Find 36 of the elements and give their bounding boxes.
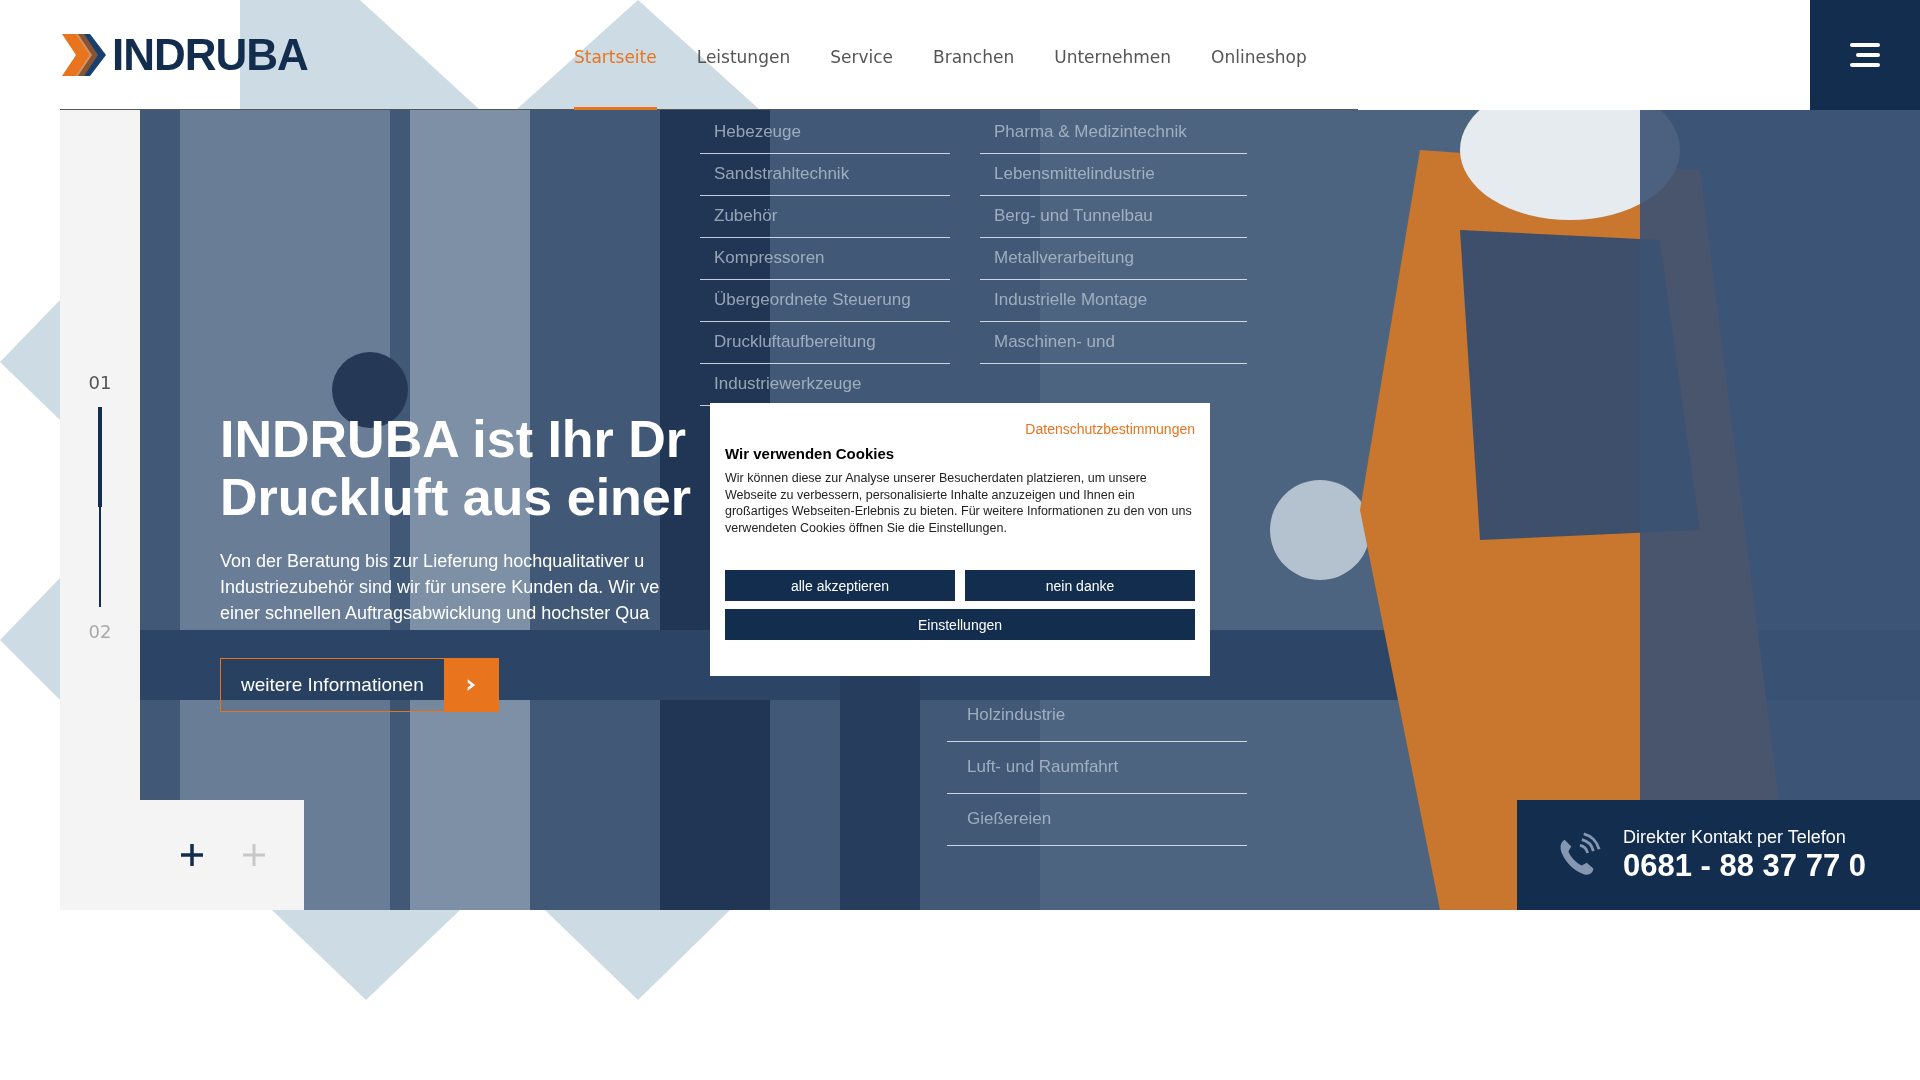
nav-link[interactable]: Unternehmen — [1054, 0, 1172, 110]
phone-number[interactable]: 0681 - 88 37 77 0 — [1623, 847, 1867, 884]
cookie-button[interactable]: Einstellungen — [725, 609, 1195, 640]
nav-link[interactable]: Service — [830, 0, 893, 110]
nav-link[interactable]: Branchen — [933, 0, 1015, 110]
menu-item[interactable]: Metallverarbeitung — [980, 238, 1247, 280]
contact-label: Direkter Kontakt per Telefon — [1623, 826, 1847, 848]
menu-item[interactable]: Druckluftaufbereitung — [700, 322, 950, 364]
cookie-title: Wir verwenden Cookies — [725, 445, 896, 462]
menu-item[interactable]: Sandstrahltechnik — [700, 154, 950, 196]
menu-item[interactable]: Gießereien — [947, 794, 1247, 846]
hero-text: Von der Beratung bis zur Lieferung hochqualitativer u Industriezubehör sind wir für unsere Kunden da. Wir ve einer schnellen Auftragsabwicklung und hochster Qua — [220, 550, 660, 625]
logo-text[interactable]: INDRUBA — [112, 30, 308, 80]
more-info-button[interactable]: weitere Informationen — [220, 658, 499, 712]
menu-item[interactable]: Zubehör — [700, 196, 950, 238]
nav-link[interactable]: Leistungen — [696, 0, 791, 110]
menu-item[interactable]: Übergeordnete Steuerung — [700, 280, 950, 322]
menu-item[interactable]: Maschinen- und — [980, 322, 1247, 364]
menu-item[interactable]: Hebezeuge — [700, 112, 950, 154]
menu-item[interactable]: Kompressoren — [700, 238, 950, 280]
menu-item[interactable]: Holzindustrie — [947, 690, 1247, 742]
plus-icon[interactable] — [180, 843, 204, 867]
menu-item[interactable]: Lebensmittelindustrie — [980, 154, 1247, 196]
menu-item[interactable]: Berg- und Tunnelbau — [980, 196, 1247, 238]
cookie-text: Wir können diese zur Analyse unserer Besucherdaten platzieren, um unsere Webseite zu verbessern, personalisierte Inhalte anzuzeigen und Ihnen ein großartiges Webseiten-Erlebnis zu bieten. Für weitere Informationen zu den von uns verwendeten Cookies öffnen Sie die Einstellungen. — [725, 470, 1193, 536]
caret-icon — [465, 678, 476, 692]
menu-item[interactable]: Industrielle Montage — [980, 280, 1247, 322]
menu-item[interactable]: Luft- und Raumfahrt — [947, 742, 1247, 794]
privacy-link[interactable]: Datenschutzbestimmungen — [1025, 421, 1195, 437]
cookie-button[interactable]: nein danke — [965, 570, 1195, 601]
menu-item[interactable]: Pharma & Medizintechnik — [980, 112, 1247, 154]
menu-button[interactable] — [1810, 0, 1920, 110]
slide-number[interactable]: 01 — [88, 372, 112, 393]
nav-link[interactable]: Onlineshop — [1211, 0, 1307, 110]
hero-title: INDRUBA ist Ihr Dr Druckluft aus einer — [220, 410, 692, 526]
cookie-button[interactable]: alle akzeptieren — [725, 570, 955, 601]
